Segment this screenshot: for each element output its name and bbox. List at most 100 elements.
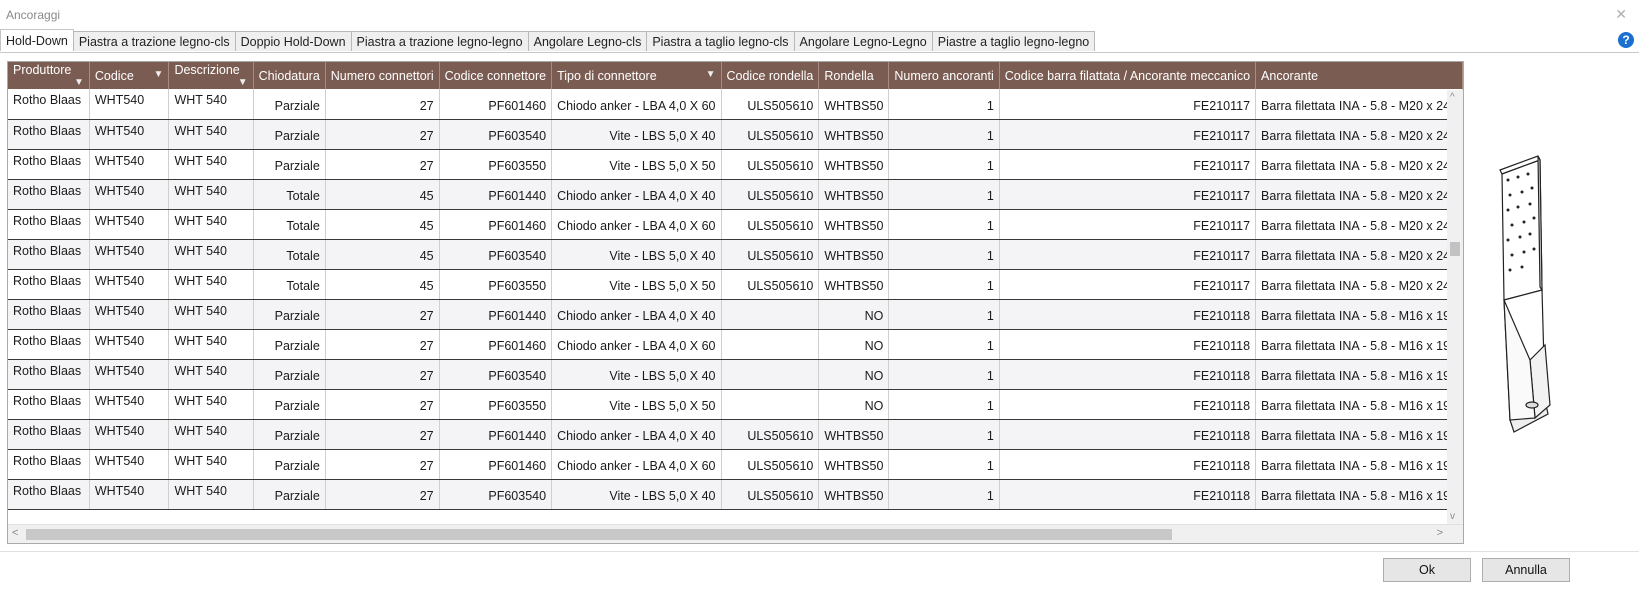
- table-cell: PF603550: [439, 149, 553, 180]
- table-cell: [721, 389, 820, 420]
- table-cell: Rotho Blaas: [8, 269, 90, 300]
- column-header[interactable]: Numero connettori: [325, 62, 440, 89]
- column-header[interactable]: Codice ▼: [89, 62, 170, 89]
- table-cell: FE210118: [999, 479, 1257, 510]
- table-cell: NO: [818, 389, 890, 420]
- column-header[interactable]: Chiodatura: [253, 62, 326, 89]
- cancel-button[interactable]: Annulla: [1482, 558, 1570, 582]
- table-cell: WHT 540: [168, 479, 254, 510]
- table-cell: 27: [325, 119, 440, 150]
- close-icon[interactable]: ✕: [1615, 6, 1627, 23]
- ok-button[interactable]: Ok: [1383, 558, 1471, 582]
- title-bar: Ancoraggi ✕: [0, 0, 1639, 30]
- table-cell: Vite - LBS 5,0 X 50: [551, 389, 722, 420]
- table-cell: Totale: [253, 209, 326, 240]
- table-cell: Parziale: [253, 359, 326, 390]
- table-cell: WHT 540: [168, 239, 254, 270]
- table-cell: WHT540: [89, 299, 170, 330]
- table-cell: ULS505610: [721, 479, 820, 510]
- scroll-left-icon[interactable]: <: [12, 527, 18, 539]
- tab-6[interactable]: Angolare Legno-Legno: [793, 31, 933, 51]
- vertical-scroll-thumb[interactable]: [1450, 242, 1460, 256]
- tab-3[interactable]: Piastra a trazione legno-legno: [350, 31, 529, 51]
- tab-7[interactable]: Piastre a taglio legno-legno: [931, 31, 1096, 51]
- table-cell: 45: [325, 209, 440, 240]
- hold-down-preview-image: [1499, 155, 1551, 433]
- column-header[interactable]: Tipo di connettore ▼: [551, 62, 722, 89]
- horizontal-scrollbar[interactable]: < >: [8, 524, 1463, 543]
- scroll-down-icon[interactable]: v: [1450, 511, 1455, 522]
- column-header[interactable]: Codice barra filattata / Ancorante mecca…: [999, 62, 1257, 89]
- filter-icon[interactable]: ▼: [154, 69, 164, 80]
- column-header[interactable]: Codice connettore: [439, 62, 553, 89]
- table-cell: WHT540: [89, 329, 170, 360]
- table-cell: Vite - LBS 5,0 X 40: [551, 359, 722, 390]
- table-cell: Chiodo anker - LBA 4,0 X 60: [551, 209, 722, 240]
- table-cell: WHT540: [89, 149, 170, 180]
- table-cell: WHT 540: [168, 179, 254, 210]
- column-header-label: Codice connettore: [444, 68, 547, 83]
- tab-4[interactable]: Angolare Legno-cls: [527, 31, 648, 51]
- tab-2[interactable]: Doppio Hold-Down: [234, 31, 352, 51]
- tab-0[interactable]: Hold-Down: [0, 29, 74, 51]
- table-row[interactable]: Rotho Blaas WHT540 WHT 540 Parziale 27 PF6035…: [8, 389, 1463, 420]
- help-icon[interactable]: ?: [1618, 32, 1634, 48]
- table-row[interactable]: Rotho Blaas WHT540 WHT 540 Parziale 27 PF6035…: [8, 359, 1463, 390]
- table-cell: FE210117: [999, 149, 1257, 180]
- column-header[interactable]: Descrizione ▼: [168, 62, 254, 89]
- column-header-label: Ancorante: [1261, 68, 1319, 83]
- table-row[interactable]: Rotho Blaas WHT540 WHT 540 Parziale 27 PF6014…: [8, 419, 1463, 450]
- table-cell: 27: [325, 389, 440, 420]
- header-row: Produttore ▼ Codice ▼ Descrizione ▼ Chiodatura…: [8, 62, 1463, 89]
- table-row[interactable]: Rotho Blaas WHT540 WHT 540 Parziale 27 PF6035…: [8, 479, 1463, 510]
- vertical-scrollbar[interactable]: ^ v: [1447, 90, 1463, 524]
- table-cell: Barra filettata INA - 5.8 - M16 x 190: [1255, 359, 1463, 390]
- table-cell: FE210117: [999, 179, 1257, 210]
- scroll-right-icon[interactable]: >: [1437, 527, 1443, 539]
- table-cell: ULS505610: [721, 119, 820, 150]
- filter-icon[interactable]: ▼: [74, 77, 84, 88]
- table-row[interactable]: Rotho Blaas WHT540 WHT 540 Totale 45 PF601440…: [8, 179, 1463, 210]
- table-cell: 1: [888, 209, 1000, 240]
- table-cell: WHTBS50: [818, 449, 890, 480]
- table-cell: 1: [888, 149, 1000, 180]
- filter-icon[interactable]: ▼: [706, 69, 716, 80]
- table-cell: Barra filettata INA - 5.8 - M16 x 190: [1255, 329, 1463, 360]
- table-cell: 1: [888, 179, 1000, 210]
- table-row[interactable]: Rotho Blaas WHT540 WHT 540 Totale 45 PF603550…: [8, 269, 1463, 300]
- table-cell: PF601440: [439, 299, 553, 330]
- table-row[interactable]: Rotho Blaas WHT540 WHT 540 Parziale 27 PF6014…: [8, 329, 1463, 360]
- table-row[interactable]: Rotho Blaas WHT540 WHT 540 Totale 45 PF603540…: [8, 239, 1463, 270]
- table-row[interactable]: Rotho Blaas WHT540 WHT 540 Parziale 27 PF6014…: [8, 299, 1463, 330]
- table-cell: FE210118: [999, 329, 1257, 360]
- column-header[interactable]: Produttore ▼: [8, 62, 90, 89]
- filter-icon[interactable]: ▼: [238, 77, 248, 88]
- table-cell: Barra filettata INA - 5.8 - M16 x 190: [1255, 479, 1463, 510]
- table-cell: WHT 540: [168, 89, 254, 120]
- table-row[interactable]: Rotho Blaas WHT540 WHT 540 Parziale 27 PF6035…: [8, 149, 1463, 180]
- table-cell: PF601460: [439, 89, 553, 120]
- column-header[interactable]: Ancorante: [1255, 62, 1463, 89]
- table-row[interactable]: Rotho Blaas WHT540 WHT 540 Parziale 27 PF6014…: [8, 449, 1463, 480]
- horizontal-scroll-thumb[interactable]: [26, 529, 1172, 540]
- scroll-up-icon[interactable]: ^: [1450, 92, 1455, 103]
- table-row[interactable]: Rotho Blaas WHT540 WHT 540 Totale 45 PF601460…: [8, 209, 1463, 240]
- tab-1[interactable]: Piastra a trazione legno-cls: [72, 31, 236, 51]
- table-cell: FE210118: [999, 419, 1257, 450]
- table-cell: WHTBS50: [818, 239, 890, 270]
- table-cell: PF603550: [439, 389, 553, 420]
- table-cell: Rotho Blaas: [8, 449, 90, 480]
- table-cell: Totale: [253, 239, 326, 270]
- column-header[interactable]: Numero ancoranti: [888, 62, 1000, 89]
- column-header[interactable]: Codice rondella: [721, 62, 820, 89]
- table-cell: Parziale: [253, 479, 326, 510]
- table-cell: ULS505610: [721, 149, 820, 180]
- table-cell: WHT540: [89, 449, 170, 480]
- column-header-label: Chiodatura: [258, 68, 320, 83]
- table-cell: 27: [325, 449, 440, 480]
- table-cell: FE210118: [999, 389, 1257, 420]
- column-header[interactable]: Rondella: [818, 62, 890, 89]
- table-row[interactable]: Rotho Blaas WHT540 WHT 540 Parziale 27 PF6014…: [8, 89, 1463, 120]
- table-row[interactable]: Rotho Blaas WHT540 WHT 540 Parziale 27 PF6035…: [8, 119, 1463, 150]
- tab-5[interactable]: Piastra a taglio legno-cls: [646, 31, 795, 51]
